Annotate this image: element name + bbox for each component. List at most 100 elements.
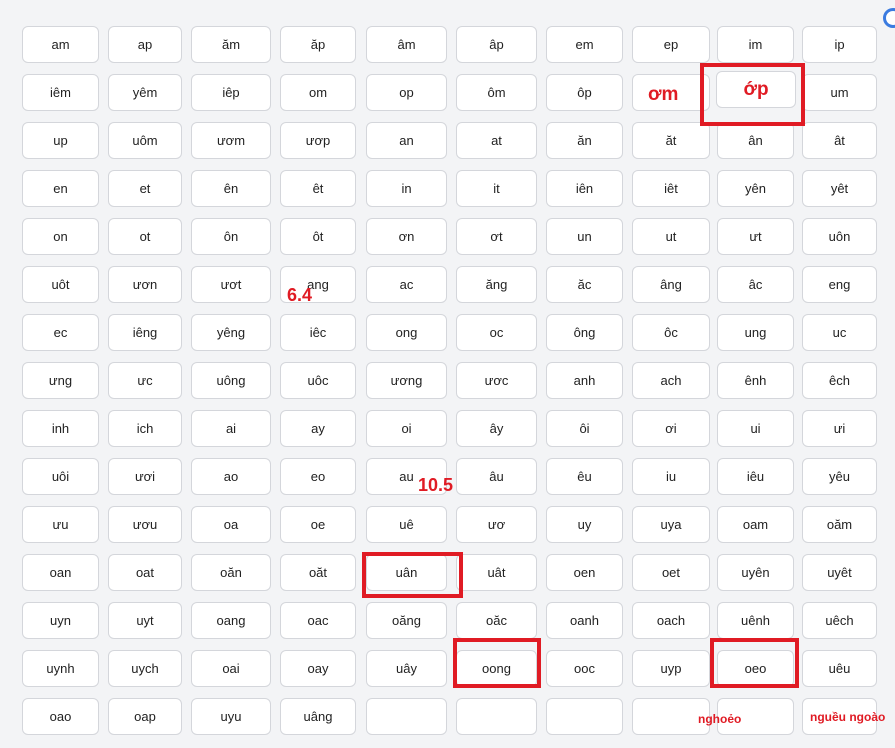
rhyme-button[interactable]: uôt (22, 266, 99, 303)
rhyme-button[interactable]: yên (717, 170, 794, 207)
rhyme-button[interactable]: âng (632, 266, 710, 303)
rhyme-button[interactable]: ăng (456, 266, 537, 303)
rhyme-button[interactable]: êch (802, 362, 877, 399)
rhyme-button[interactable]: êu (546, 458, 623, 495)
rhyme-button[interactable]: ip (802, 26, 877, 63)
rhyme-button[interactable]: oc (456, 314, 537, 351)
rhyme-button[interactable]: ooc (546, 650, 623, 687)
rhyme-button[interactable]: anh (546, 362, 623, 399)
rhyme-button[interactable]: ăt (632, 122, 710, 159)
rhyme-button[interactable]: oam (717, 506, 794, 543)
rhyme-button[interactable]: uông (191, 362, 271, 399)
rhyme-button[interactable]: op (366, 74, 447, 111)
rhyme-button[interactable]: oăm (802, 506, 877, 543)
rhyme-button[interactable]: oang (191, 602, 271, 639)
rhyme-button[interactable]: en (22, 170, 99, 207)
rhyme-button[interactable]: ep (632, 26, 710, 63)
rhyme-button[interactable]: em (546, 26, 623, 63)
rhyme-button[interactable]: oap (108, 698, 182, 735)
rhyme-button[interactable]: iêu (717, 458, 794, 495)
rhyme-button[interactable]: ưi (802, 410, 877, 447)
rhyme-button[interactable]: âu (456, 458, 537, 495)
rhyme-button[interactable]: iêp (191, 74, 271, 111)
rhyme-button[interactable]: inh (22, 410, 99, 447)
rhyme-button[interactable]: ăm (191, 26, 271, 63)
rhyme-button[interactable]: ât (802, 122, 877, 159)
rhyme-button[interactable]: ưc (108, 362, 182, 399)
rhyme-button[interactable]: ươt (191, 266, 271, 303)
rhyme-button[interactable]: ôi (546, 410, 623, 447)
rhyme-button[interactable]: oac (280, 602, 356, 639)
rhyme-button[interactable]: oăng (366, 602, 447, 639)
rhyme-button[interactable]: ay (280, 410, 356, 447)
rhyme-button[interactable]: on (22, 218, 99, 255)
rhyme-button[interactable]: oe (280, 506, 356, 543)
rhyme-button[interactable]: oan (22, 554, 99, 591)
rhyme-button[interactable]: ec (22, 314, 99, 351)
rhyme-button[interactable]: uynh (22, 650, 99, 687)
rhyme-button[interactable]: ung (717, 314, 794, 351)
rhyme-button[interactable]: iêm (22, 74, 99, 111)
rhyme-button[interactable]: uya (632, 506, 710, 543)
rhyme-button[interactable]: uyt (108, 602, 182, 639)
rhyme-button[interactable]: et (108, 170, 182, 207)
rhyme-button[interactable]: iêt (632, 170, 710, 207)
rhyme-button[interactable]: eo (280, 458, 356, 495)
rhyme-button[interactable]: oai (191, 650, 271, 687)
rhyme-button[interactable]: uyp (632, 650, 710, 687)
rhyme-button[interactable]: uât (456, 554, 537, 591)
rhyme-button[interactable]: ong (366, 314, 447, 351)
rhyme-button[interactable]: ươc (456, 362, 537, 399)
rhyme-button[interactable]: at (456, 122, 537, 159)
rhyme-button[interactable]: uênh (717, 602, 794, 639)
rhyme-button[interactable]: yêu (802, 458, 877, 495)
rhyme-button[interactable]: uyên (717, 554, 794, 591)
rhyme-button[interactable]: ông (546, 314, 623, 351)
rhyme-button[interactable]: uôc (280, 362, 356, 399)
rhyme-button[interactable]: oăt (280, 554, 356, 591)
rhyme-button[interactable]: ôc (632, 314, 710, 351)
rhyme-button[interactable]: uyêt (802, 554, 877, 591)
rhyme-button[interactable]: om (280, 74, 356, 111)
rhyme-button[interactable]: ich (108, 410, 182, 447)
rhyme-button[interactable]: an (366, 122, 447, 159)
rhyme-button[interactable]: ao (191, 458, 271, 495)
rhyme-button[interactable]: ưt (717, 218, 794, 255)
rhyme-button[interactable]: ưu (22, 506, 99, 543)
rhyme-button[interactable]: ơt (456, 218, 537, 255)
rhyme-button[interactable]: ăn (546, 122, 623, 159)
rhyme-button[interactable]: âp (456, 26, 537, 63)
rhyme-button[interactable]: oi (366, 410, 447, 447)
rhyme-button[interactable]: um (802, 74, 877, 111)
rhyme-button[interactable]: ươi (108, 458, 182, 495)
rhyme-button[interactable]: ăc (546, 266, 623, 303)
rhyme-button[interactable]: uyn (22, 602, 99, 639)
rhyme-button[interactable]: ut (632, 218, 710, 255)
rhyme-button[interactable]: ên (191, 170, 271, 207)
rhyme-button[interactable]: ap (108, 26, 182, 63)
rhyme-button[interactable]: in (366, 170, 447, 207)
rhyme-button[interactable]: âc (717, 266, 794, 303)
rhyme-button[interactable]: oet (632, 554, 710, 591)
rhyme-button[interactable]: iu (632, 458, 710, 495)
rhyme-button[interactable]: uêch (802, 602, 877, 639)
rhyme-button[interactable]: uôi (22, 458, 99, 495)
rhyme-button[interactable]: ươm (191, 122, 271, 159)
rhyme-button[interactable]: yêng (191, 314, 271, 351)
rhyme-button[interactable]: uây (366, 650, 447, 687)
rhyme-button[interactable]: iêc (280, 314, 356, 351)
rhyme-button[interactable]: êt (280, 170, 356, 207)
rhyme-button[interactable]: ôn (191, 218, 271, 255)
rhyme-button[interactable]: un (546, 218, 623, 255)
rhyme-button[interactable]: uôm (108, 122, 182, 159)
rhyme-button[interactable]: ươu (108, 506, 182, 543)
rhyme-button[interactable]: ôt (280, 218, 356, 255)
rhyme-button[interactable]: ach (632, 362, 710, 399)
rhyme-button[interactable]: it (456, 170, 537, 207)
rhyme-button[interactable]: im (717, 26, 794, 63)
rhyme-button[interactable]: ăp (280, 26, 356, 63)
rhyme-button[interactable]: ây (456, 410, 537, 447)
rhyme-button[interactable]: ơi (632, 410, 710, 447)
rhyme-button[interactable]: oao (22, 698, 99, 735)
rhyme-button[interactable]: ênh (717, 362, 794, 399)
